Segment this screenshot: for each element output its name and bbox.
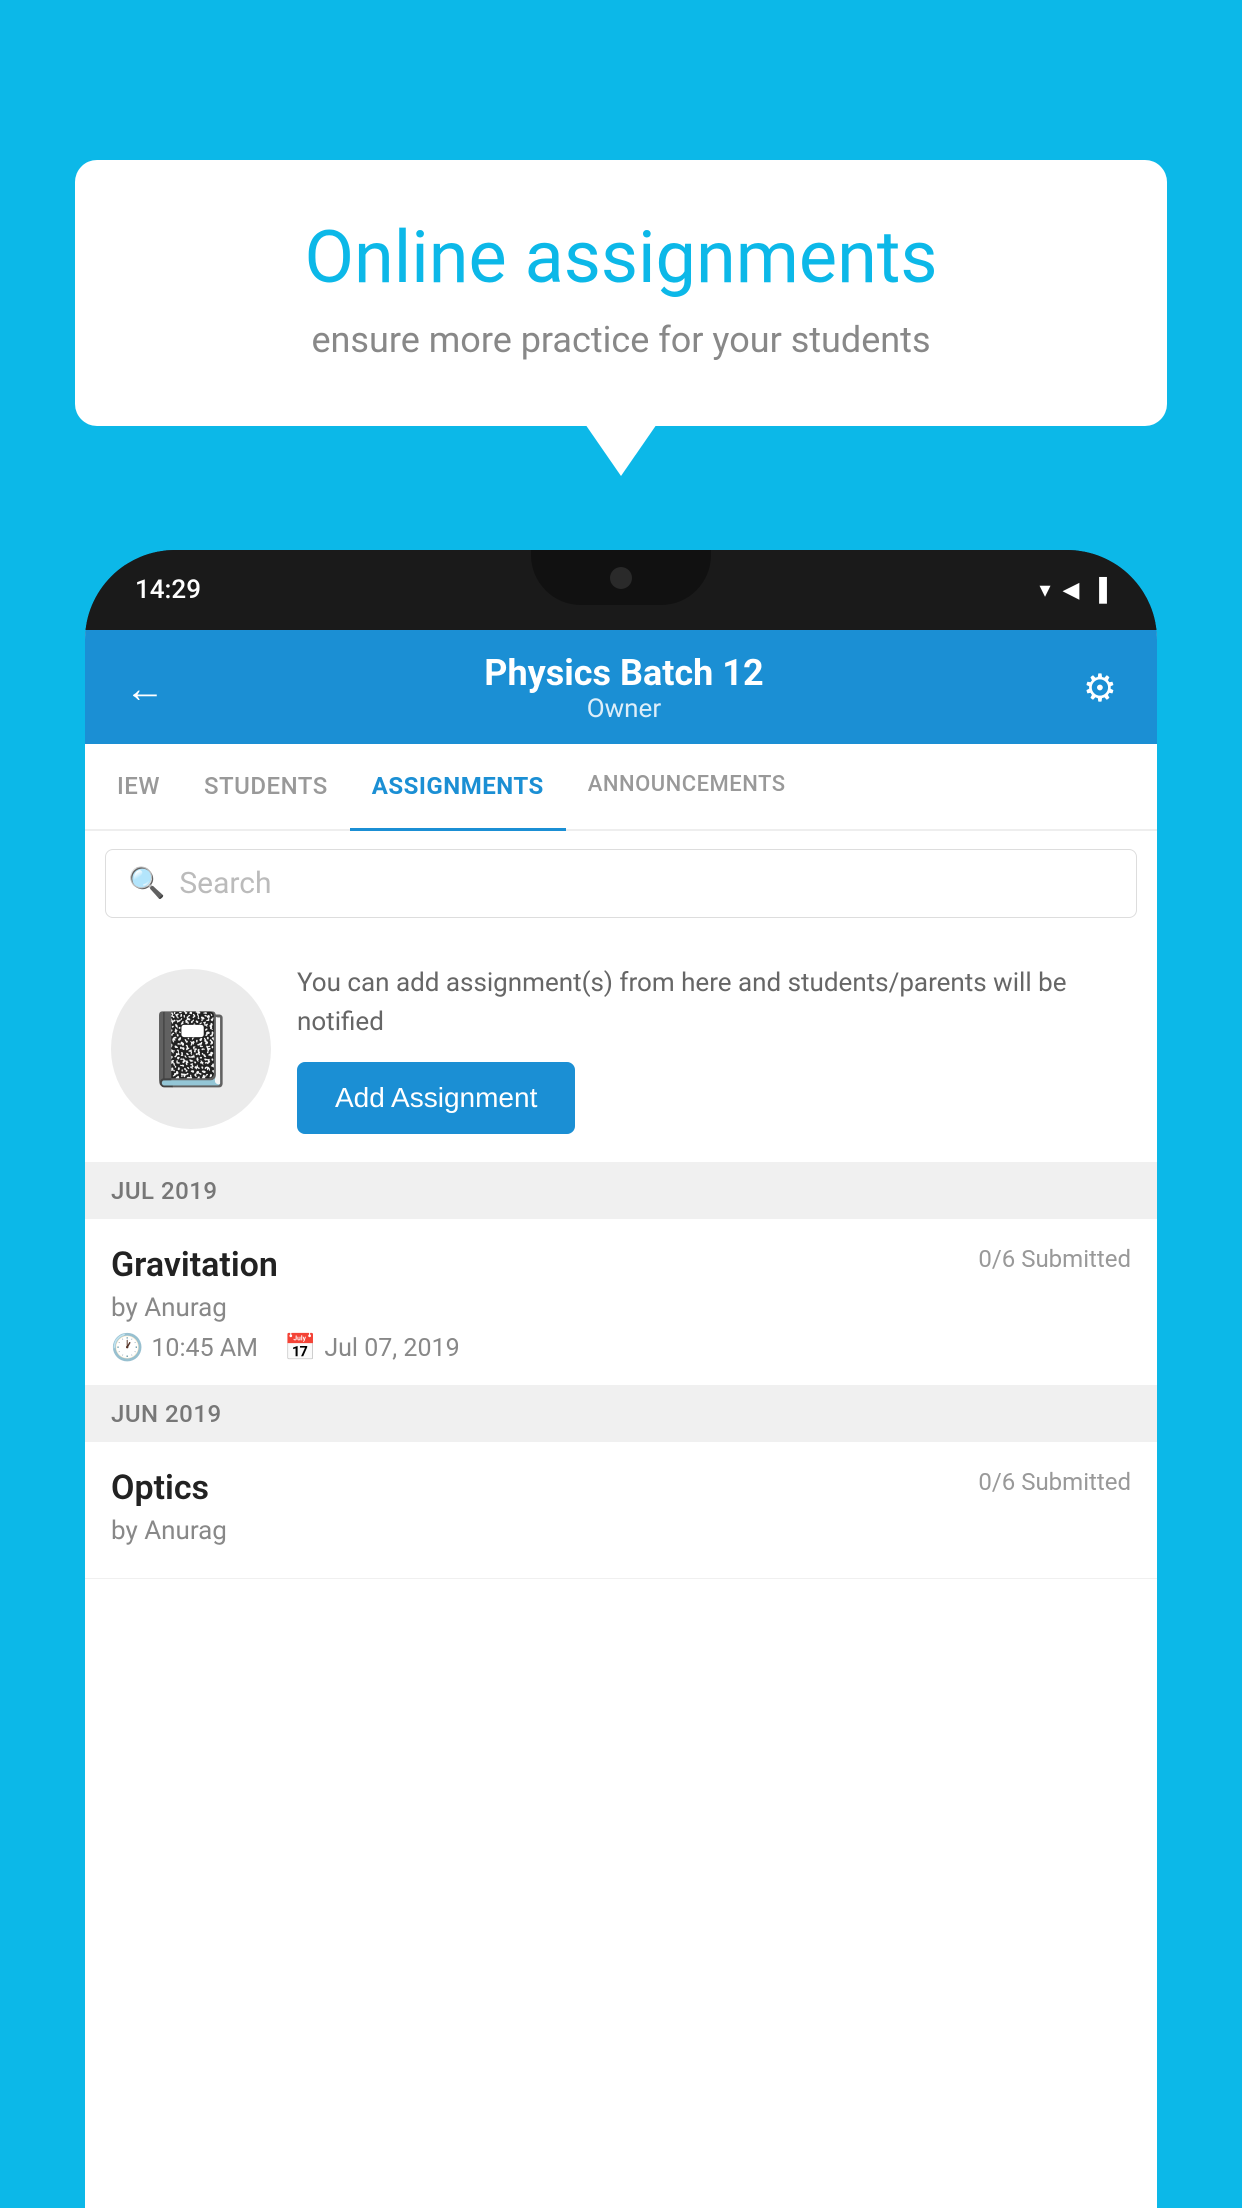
battery-icon: ▐ <box>1091 577 1107 603</box>
header-subtitle: Owner <box>484 694 763 724</box>
assignment-row: Gravitation 0/6 Submitted <box>111 1245 1131 1285</box>
tab-announcements[interactable]: ANNOUNCEMENTS <box>566 744 808 831</box>
assignment-date-value: Jul 07, 2019 <box>324 1334 459 1363</box>
assignment-item-optics[interactable]: Optics 0/6 Submitted by Anurag <box>85 1442 1157 1579</box>
search-bar[interactable]: 🔍 Search <box>105 849 1137 918</box>
section-header-jun: JUN 2019 <box>85 1386 1157 1442</box>
gear-icon[interactable]: ⚙ <box>1083 666 1117 711</box>
back-button[interactable]: ← <box>125 665 165 712</box>
search-icon: 🔍 <box>128 866 165 901</box>
calendar-icon: 📅 <box>284 1333 316 1363</box>
app-screen: ← Physics Batch 12 Owner ⚙ IEW STUDENTS … <box>85 630 1157 2208</box>
tab-assignments[interactable]: ASSIGNMENTS <box>350 744 566 831</box>
assignment-time: 🕐 10:45 AM <box>111 1333 258 1363</box>
promo-description: You can add assignment(s) from here and … <box>297 964 1131 1042</box>
app-header: ← Physics Batch 12 Owner ⚙ <box>85 630 1157 744</box>
status-icons: ▾ ◀ ▐ <box>1039 577 1107 603</box>
signal-icon: ◀ <box>1062 578 1079 603</box>
add-assignment-button[interactable]: Add Assignment <box>297 1062 575 1134</box>
status-bar: 14:29 ▾ ◀ ▐ <box>85 550 1157 630</box>
assignment-by-optics: by Anurag <box>111 1516 1131 1546</box>
promo-text: You can add assignment(s) from here and … <box>297 964 1131 1134</box>
speech-bubble: Online assignments ensure more practice … <box>75 160 1167 426</box>
speech-bubble-title: Online assignments <box>135 215 1107 301</box>
section-header-jul: JUL 2019 <box>85 1163 1157 1219</box>
tab-iew[interactable]: IEW <box>95 744 182 831</box>
phone-notch <box>531 550 711 605</box>
promo-icon-circle: 📓 <box>111 969 271 1129</box>
camera-dot <box>610 567 632 589</box>
assignment-by: by Anurag <box>111 1293 1131 1323</box>
speech-bubble-subtitle: ensure more practice for your students <box>135 319 1107 361</box>
assignment-item-gravitation[interactable]: Gravitation 0/6 Submitted by Anurag 🕐 10… <box>85 1219 1157 1386</box>
wifi-icon: ▾ <box>1039 578 1050 603</box>
assignment-meta: 🕐 10:45 AM 📅 Jul 07, 2019 <box>111 1333 1131 1363</box>
assignment-date: 📅 Jul 07, 2019 <box>284 1333 460 1363</box>
status-time: 14:29 <box>135 575 201 605</box>
assignment-name-optics: Optics <box>111 1468 209 1508</box>
tab-students[interactable]: STUDENTS <box>182 744 350 831</box>
assignment-submitted: 0/6 Submitted <box>978 1245 1131 1273</box>
assignment-row-optics: Optics 0/6 Submitted <box>111 1468 1131 1508</box>
assignment-name: Gravitation <box>111 1245 278 1285</box>
clock-icon: 🕐 <box>111 1333 143 1363</box>
assignment-submitted-optics: 0/6 Submitted <box>978 1468 1131 1496</box>
search-placeholder: Search <box>179 866 271 901</box>
search-container: 🔍 Search <box>85 831 1157 936</box>
promo-card: 📓 You can add assignment(s) from here an… <box>85 936 1157 1163</box>
header-title: Physics Batch 12 <box>484 652 763 694</box>
header-center: Physics Batch 12 Owner <box>484 652 763 724</box>
phone-frame: 14:29 ▾ ◀ ▐ ← Physics Batch 12 Owner ⚙ I… <box>85 550 1157 2208</box>
tab-bar: IEW STUDENTS ASSIGNMENTS ANNOUNCEMENTS <box>85 744 1157 831</box>
assignment-time-value: 10:45 AM <box>151 1334 258 1363</box>
notebook-icon: 📓 <box>146 1007 236 1092</box>
